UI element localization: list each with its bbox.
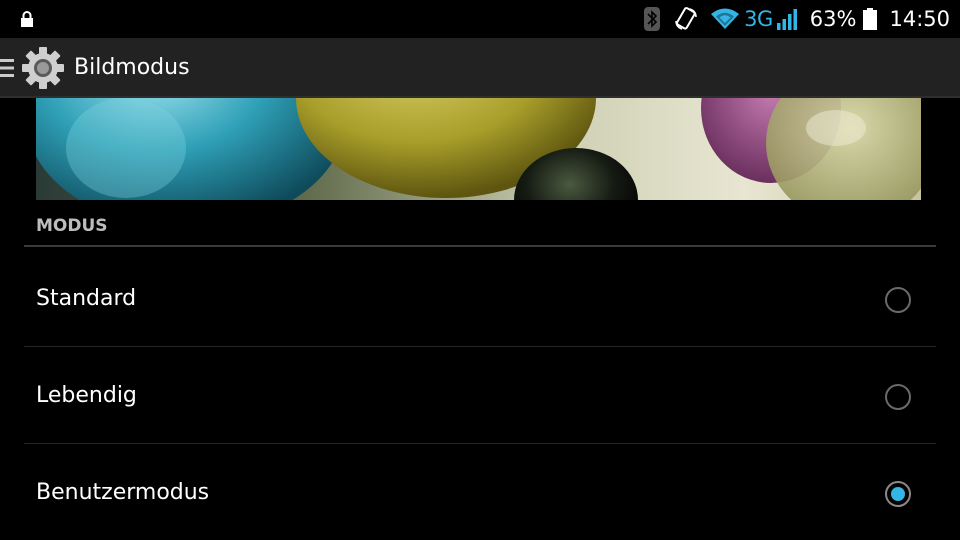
wifi-icon: [711, 8, 740, 29]
lock-icon: [21, 11, 33, 27]
radio-button-selected[interactable]: [885, 481, 911, 507]
section-header: MODUS: [36, 216, 108, 236]
screen-rotation-icon: [675, 7, 697, 30]
option-label: Standard: [36, 286, 137, 311]
bluetooth-icon: [644, 7, 661, 31]
action-bar: Bildmodus: [0, 38, 960, 98]
status-bar: 3G 63% 14:50: [0, 0, 960, 38]
option-lebendig[interactable]: Lebendig: [24, 347, 936, 444]
page-title: Bildmodus: [74, 55, 190, 80]
settings-gear-icon[interactable]: [20, 45, 66, 91]
option-label: Lebendig: [36, 383, 137, 408]
menu-icon[interactable]: [0, 58, 14, 78]
signal-icon: [776, 9, 797, 30]
battery-percent: 63%: [809, 7, 857, 31]
battery-icon: [863, 8, 878, 30]
option-label: Benutzermodus: [36, 480, 210, 505]
network-type-label: 3G: [744, 7, 773, 31]
option-benutzermodus[interactable]: Benutzermodus: [24, 444, 936, 540]
option-standard[interactable]: Standard: [24, 250, 936, 347]
radio-selected-dot: [891, 487, 905, 501]
preview-image: [36, 98, 921, 200]
section-divider: [24, 245, 936, 247]
radio-button[interactable]: [885, 384, 911, 410]
clock: 14:50: [889, 7, 950, 31]
radio-button[interactable]: [885, 287, 911, 313]
